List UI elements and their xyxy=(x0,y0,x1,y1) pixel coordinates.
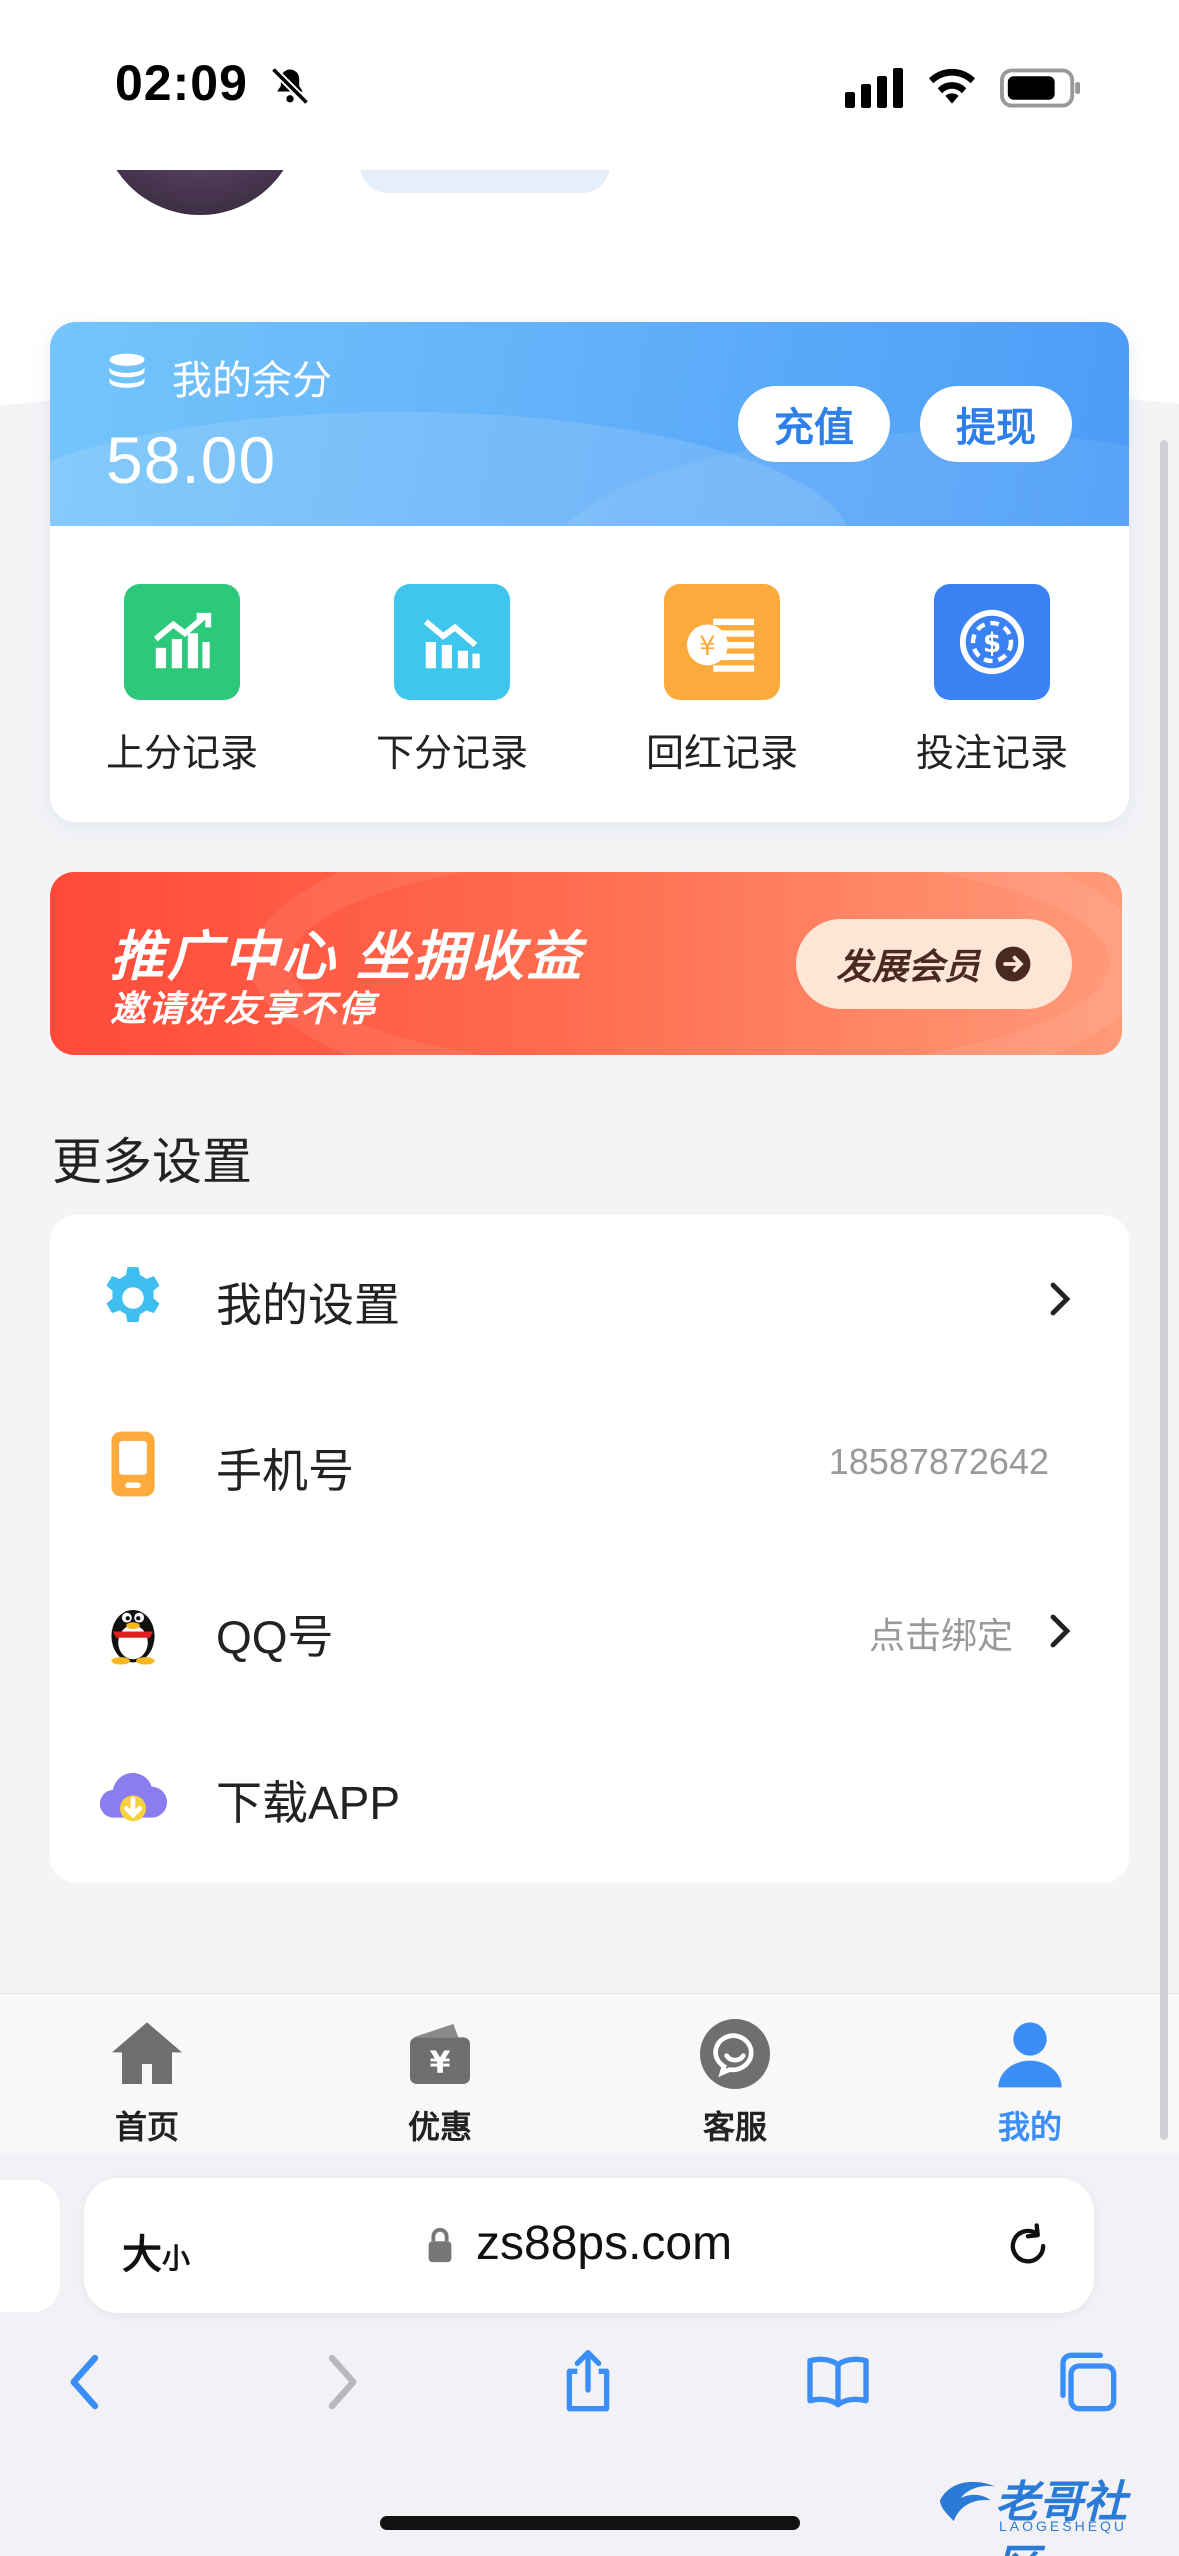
settings-section-title: 更多设置 xyxy=(52,1134,252,1190)
bind-qq-link[interactable]: 点击绑定 xyxy=(869,1607,1013,1659)
scrollbar[interactable] xyxy=(1160,440,1168,2140)
status-time: 02:09 xyxy=(115,55,248,111)
phone-number-value: 18587872642 xyxy=(828,1441,1049,1482)
tab-label: 客服 xyxy=(702,2109,767,2145)
watermark-subtext: LAOGESHEQU xyxy=(999,2518,1128,2534)
watermark-text: 老哥社区 xyxy=(995,2478,1127,2556)
gear-icon xyxy=(106,1267,160,1323)
text-size-big: 大 xyxy=(122,2233,162,2277)
yuan-coin-icon: ¥ xyxy=(664,584,780,700)
balance-header: 我的余分 58.00 充值 提现 xyxy=(50,322,1129,526)
previous-tab-preview[interactable] xyxy=(0,2180,60,2312)
record-withdraw-item[interactable]: 下分记录 xyxy=(342,584,562,784)
tab-promotions[interactable]: ¥ 优惠 xyxy=(340,2014,540,2145)
address-bar[interactable]: 大小 zs88ps.com xyxy=(84,2178,1094,2313)
promo-subtitle: 邀请好友享不停 xyxy=(110,988,377,1029)
chevron-right-icon xyxy=(1050,1614,1071,1648)
withdraw-button[interactable]: 提现 xyxy=(920,386,1072,462)
develop-member-button[interactable]: 发展会员 xyxy=(796,919,1072,1009)
tab-label: 优惠 xyxy=(407,2109,472,2145)
setting-label: QQ号 xyxy=(216,1611,334,1663)
tab-home[interactable]: 首页 xyxy=(47,2014,247,2145)
promo-banner[interactable]: 推广中心 坐拥收益 邀请好友享不停 发展会员 xyxy=(50,872,1122,1055)
watermark-logo: 老哥社区 LAOGESHEQU xyxy=(935,2462,1165,2556)
chat-icon xyxy=(700,2019,770,2089)
record-rebate-item[interactable]: ¥ 回红记录 xyxy=(612,584,832,784)
settings-row-download-app[interactable]: 下载APP xyxy=(50,1713,1129,1879)
lock-icon xyxy=(428,2227,452,2263)
balance-label: 我的余分 xyxy=(172,359,332,403)
record-bet-item[interactable]: $ 投注记录 xyxy=(882,584,1102,784)
chart-up-icon xyxy=(124,584,240,700)
settings-row-qq[interactable]: QQ号 点击绑定 xyxy=(50,1547,1129,1713)
record-label: 回红记录 xyxy=(645,733,798,775)
forward-icon[interactable] xyxy=(308,2350,372,2414)
svg-text:¥: ¥ xyxy=(699,632,716,662)
wifi-icon xyxy=(928,68,976,104)
settings-row-phone[interactable]: 手机号 18587872642 xyxy=(50,1381,1129,1547)
arrow-right-circle-icon xyxy=(995,946,1031,982)
record-deposit-item[interactable]: 上分记录 xyxy=(72,584,292,784)
chevron-right-icon xyxy=(1050,1282,1071,1316)
user-icon xyxy=(998,2022,1062,2088)
setting-label: 手机号 xyxy=(216,1445,354,1497)
promo-button-label: 发展会员 xyxy=(835,946,980,987)
settings-row-my-settings[interactable]: 我的设置 xyxy=(50,1215,1129,1381)
bell-off-icon xyxy=(270,66,310,106)
wallet-yuan-icon: ¥ xyxy=(410,2024,470,2084)
balance-value: 58.00 xyxy=(106,423,277,497)
back-icon[interactable] xyxy=(55,2350,119,2414)
setting-label: 下载APP xyxy=(216,1777,401,1829)
coins-stack-icon xyxy=(109,353,145,388)
tab-label: 我的 xyxy=(997,2109,1062,2145)
bottom-tab-bar: 首页 ¥ 优惠 客服 我的 xyxy=(0,1993,1179,2153)
record-label: 上分记录 xyxy=(105,733,258,775)
settings-card: 我的设置 手机号 18587872642 QQ号 点击绑定 下载APP xyxy=(50,1215,1129,1883)
svg-text:¥: ¥ xyxy=(430,2045,451,2080)
cellular-signal-icon xyxy=(845,68,903,108)
text-size-small: 小 xyxy=(162,2243,191,2274)
record-label: 下分记录 xyxy=(375,733,528,775)
url-text[interactable]: zs88ps.com xyxy=(476,2216,732,2271)
tab-customer-service[interactable]: 客服 xyxy=(635,2014,835,2145)
qq-penguin-icon xyxy=(111,1609,155,1665)
setting-label: 我的设置 xyxy=(216,1279,400,1331)
bookmarks-icon[interactable] xyxy=(806,2350,870,2414)
text-size-button[interactable]: 大小 xyxy=(122,2222,190,2280)
home-icon xyxy=(112,2022,182,2084)
reload-icon[interactable] xyxy=(1002,2218,1054,2274)
status-bar: 02:09 xyxy=(0,0,1179,170)
chart-down-icon xyxy=(394,584,510,700)
tabs-icon[interactable] xyxy=(1055,2350,1119,2414)
share-icon[interactable] xyxy=(556,2350,620,2414)
bet-chip-icon: $ xyxy=(934,584,1050,700)
svg-text:$: $ xyxy=(983,629,1001,659)
cloud-download-icon xyxy=(99,1772,168,1822)
record-label: 投注记录 xyxy=(915,733,1068,775)
battery-icon xyxy=(1000,68,1081,108)
home-indicator xyxy=(380,2516,800,2530)
tab-mine[interactable]: 我的 xyxy=(930,2014,1130,2145)
phone-icon xyxy=(111,1431,155,1497)
tab-label: 首页 xyxy=(114,2109,179,2145)
balance-card: 我的余分 58.00 充值 提现 上分记录 下分记录 ¥ 回红记录 $ 投注记录 xyxy=(50,322,1129,822)
recharge-button[interactable]: 充值 xyxy=(738,386,890,462)
